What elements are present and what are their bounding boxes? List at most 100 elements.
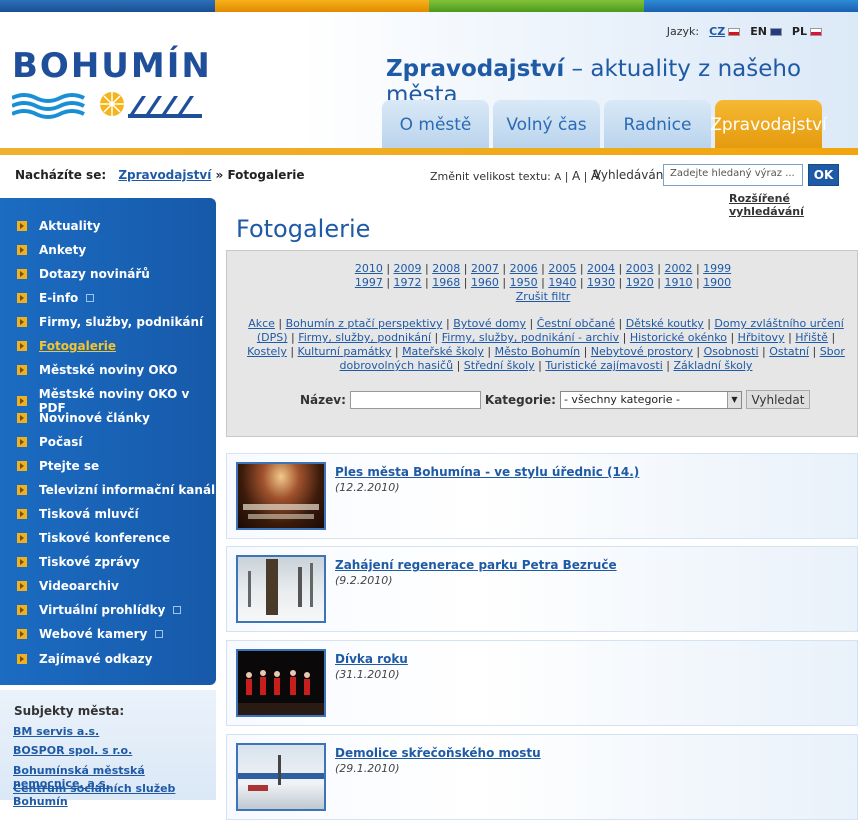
category-filter-link[interactable]: Nebytové prostory [591,345,693,358]
year-filter-link[interactable]: 1997 [355,276,383,289]
external-link-icon [155,630,164,638]
lang-en-link[interactable]: EN [750,25,767,38]
category-filter-link[interactable]: Hřbitovy [738,331,785,344]
year-filter-link[interactable]: 2004 [587,262,615,275]
sidebar-item-konference[interactable]: Tiskové konference [17,531,170,545]
year-filter-link[interactable]: 2008 [432,262,460,275]
sidebar-item-e-info[interactable]: E-info [17,291,95,305]
gallery-thumbnail[interactable] [236,462,326,530]
year-filter-link[interactable]: 2006 [510,262,538,275]
category-select[interactable]: - všechny kategorie - ▼ [559,390,742,409]
sidebar-item-oko[interactable]: Městské noviny OKO [17,363,178,377]
link-separator: | [576,262,588,275]
year-filter-link[interactable]: 2002 [664,262,692,275]
tab-o-meste[interactable]: O městě [382,100,489,149]
year-filter-link[interactable]: 1950 [510,276,538,289]
lang-cz-link[interactable]: CZ [709,25,725,38]
sidebar-item-firmy[interactable]: Firmy, služby, podnikání [17,315,203,329]
gallery-item[interactable]: Demolice skřečoňského mostu (29.1.2010) [226,734,858,820]
advanced-search-link[interactable]: Rozšířené vyhledávání [729,192,858,218]
gallery-item-title[interactable]: Zahájení regenerace parku Petra Bezruče [335,558,617,572]
category-filter-link[interactable]: Ostatní [769,345,809,358]
sidebar-item-dotazy[interactable]: Dotazy novinářů [17,267,150,281]
sidebar-item-tv-kanal[interactable]: Televizní informační kanál [17,483,215,497]
text-size-small[interactable]: A [554,172,561,183]
subject-link[interactable]: BM servis a.s. [13,725,99,738]
sidebar-item-pocasi[interactable]: Počasí [17,435,83,449]
year-filter-link[interactable]: 1999 [703,262,731,275]
text-size-medium[interactable]: A [572,169,580,183]
category-filter-link[interactable]: Historické okénko [630,331,727,344]
year-filter-link[interactable]: 1968 [432,276,460,289]
category-filter-link[interactable]: Základní školy [673,359,752,372]
category-filter-link[interactable]: Firmy, služby, podnikání [298,331,431,344]
link-separator: | [692,345,704,358]
year-filter-link[interactable]: 1972 [394,276,422,289]
link-separator: | [382,262,394,275]
gallery-search-button[interactable]: Vyhledat [745,390,810,409]
sidebar-item-odkazy[interactable]: Zajímavé odkazy [17,652,152,666]
category-filter-link[interactable]: Čestní občané [537,317,615,330]
sidebar-item-ptejte-se[interactable]: Ptejte se [17,459,99,473]
category-filter-link[interactable]: Firmy, služby, podnikání - archiv [442,331,619,344]
sidebar-item-mluvci[interactable]: Tisková mluvčí [17,507,139,521]
year-filter-link[interactable]: 2005 [548,262,576,275]
category-filter-link[interactable]: Mateřské školy [402,345,484,358]
arrow-bullet-icon [17,654,27,664]
category-filter-link[interactable]: Turistické zajímavosti [545,359,662,372]
lang-pl-link[interactable]: PL [792,25,807,38]
year-filter-link[interactable]: 2009 [394,262,422,275]
gallery-thumbnail[interactable] [236,555,326,623]
name-input[interactable] [349,390,481,409]
sidebar-item-prohlidky[interactable]: Virtuální prohlídky [17,603,182,617]
sidebar-item-fotogalerie[interactable]: Fotogalerie [17,339,116,353]
gallery-item[interactable]: Dívka roku (31.1.2010) [226,640,858,726]
subject-link[interactable]: Centrum sociálních služeb Bohumín [13,782,216,808]
category-filter-link[interactable]: Dětské koutky [626,317,704,330]
search-input[interactable]: Zadejte hledaný výraz ... [663,164,803,186]
category-filter-link[interactable]: Akce [248,317,275,330]
gallery-item[interactable]: Zahájení regenerace parku Petra Bezruče … [226,546,858,632]
year-filter-link[interactable]: 2003 [626,262,654,275]
gallery-item-title[interactable]: Demolice skřečoňského mostu [335,746,541,760]
category-filter-link[interactable]: Kulturní památky [298,345,392,358]
year-filter-link[interactable]: 2010 [355,262,383,275]
tab-radnice[interactable]: Radnice [604,100,711,149]
category-filter-link[interactable]: Osobnosti [704,345,759,358]
year-filter-link[interactable]: 1940 [548,276,576,289]
year-filter-link[interactable]: 1910 [664,276,692,289]
reset-filter-link[interactable]: Zrušit filtr [516,290,570,303]
sidebar-item-videoarchiv[interactable]: Videoarchiv [17,579,119,593]
category-filter-link[interactable]: Město Bohumín [495,345,581,358]
bohumin-logo[interactable]: BOHUMÍN [12,46,212,126]
sidebar-item-zpravy[interactable]: Tiskové zprávy [17,555,140,569]
sidebar-item-aktuality[interactable]: Aktuality [17,219,100,233]
tab-zpravodajstvi[interactable]: Zpravodajství [710,100,827,149]
category-filter-link[interactable]: Bytové domy [453,317,526,330]
year-filter-link[interactable]: 1920 [626,276,654,289]
year-filter-link[interactable]: 1900 [703,276,731,289]
year-filter-link[interactable]: 1960 [471,276,499,289]
year-filter-link[interactable]: 1930 [587,276,615,289]
category-filter-link[interactable]: Kostely [247,345,287,358]
category-filter-link[interactable]: Bohumín z ptačí perspektivy [286,317,443,330]
category-filter-link[interactable]: Střední školy [464,359,535,372]
year-filter-link[interactable]: 2007 [471,262,499,275]
arrow-bullet-icon [17,581,27,591]
tab-volny-cas[interactable]: Volný čas [493,100,600,149]
gallery-thumbnail[interactable] [236,649,326,717]
sidebar-item-kamery[interactable]: Webové kamery [17,627,164,641]
ballroom-photo-icon [243,504,319,519]
gallery-thumbnail[interactable] [236,743,326,811]
sidebar-item-ankety[interactable]: Ankety [17,243,86,257]
breadcrumb-parent-link[interactable]: Zpravodajství [118,168,211,182]
category-selected-value: - všechny kategorie - [563,392,680,406]
search-ok-button[interactable]: OK [808,164,839,186]
gallery-item[interactable]: Ples města Bohumína - ve stylu úřednic (… [226,453,858,539]
gallery-item-title[interactable]: Ples města Bohumína - ve stylu úřednic (… [335,465,639,479]
sidebar-item-clanky[interactable]: Novinové články [17,411,150,425]
link-separator: | [382,276,394,289]
subject-link[interactable]: BOSPOR spol. s r.o. [13,744,132,757]
category-filter-link[interactable]: Hřiště [795,331,828,344]
gallery-item-title[interactable]: Dívka roku [335,652,408,666]
